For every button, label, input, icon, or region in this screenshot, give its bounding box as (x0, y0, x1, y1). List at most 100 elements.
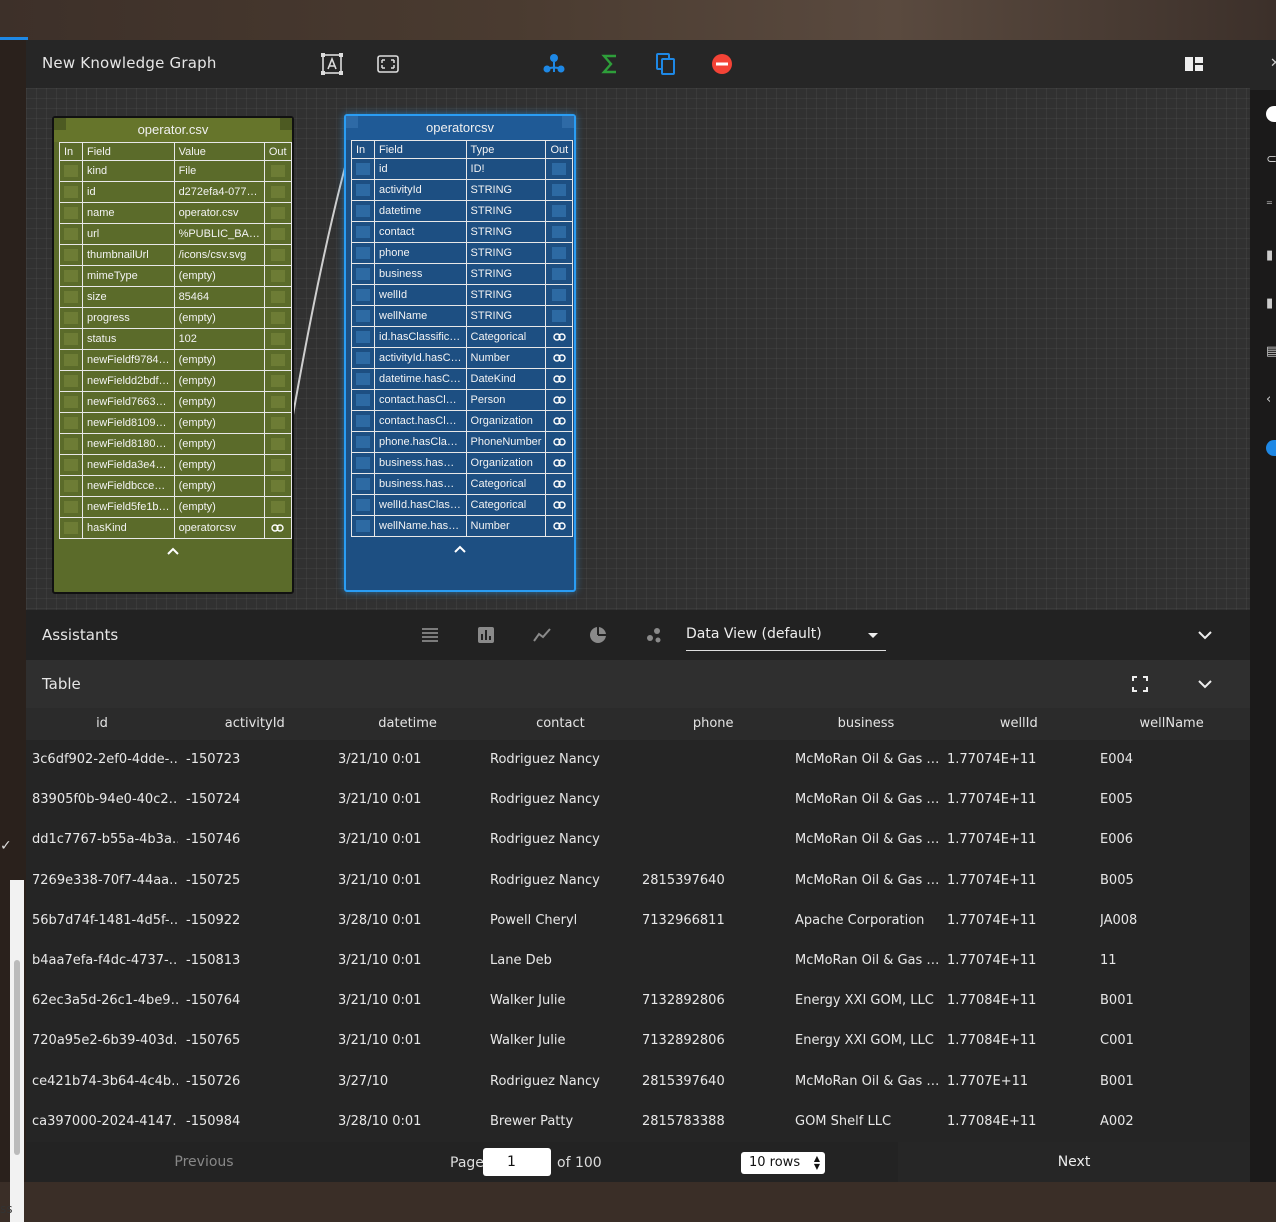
out-port[interactable] (545, 410, 574, 432)
out-port[interactable] (263, 202, 292, 224)
out-port[interactable] (545, 221, 574, 243)
out-port[interactable] (263, 454, 292, 476)
in-port[interactable] (351, 389, 375, 411)
out-port[interactable] (545, 179, 574, 201)
sigma-icon[interactable] (598, 52, 622, 76)
expand-icon[interactable] (1132, 676, 1148, 692)
in-port[interactable] (59, 223, 83, 245)
in-port[interactable] (59, 496, 83, 518)
out-port[interactable] (545, 368, 574, 390)
in-port[interactable] (59, 433, 83, 455)
column-header[interactable]: wellId (943, 716, 1095, 731)
out-port[interactable] (263, 328, 292, 350)
out-port[interactable] (263, 517, 292, 539)
table-row[interactable]: ce421b74-3b64-4c4b… -150726 3/27/10 Rodrigu… (26, 1062, 1250, 1102)
node-handle[interactable] (280, 118, 292, 130)
list-view-icon[interactable] (420, 625, 440, 645)
table-row[interactable]: ca397000-2024-4147… -150984 3/28/10 0:01 Br… (26, 1102, 1250, 1142)
robot-icon[interactable]: ▮ (1266, 248, 1276, 262)
in-port[interactable] (351, 179, 375, 201)
filter-icon[interactable]: ⁼ (1266, 198, 1276, 212)
out-port[interactable] (545, 326, 574, 348)
in-port[interactable] (351, 347, 375, 369)
out-port[interactable] (545, 473, 574, 495)
out-port[interactable] (545, 242, 574, 264)
in-port[interactable] (59, 265, 83, 287)
out-port[interactable] (545, 158, 574, 180)
in-port[interactable] (351, 263, 375, 285)
file-node[interactable]: operator.csv In Field Value Out kind File… (52, 116, 294, 594)
column-header[interactable]: wellName (1096, 716, 1248, 731)
in-port[interactable] (351, 515, 375, 537)
in-port[interactable] (351, 452, 375, 474)
scatter-icon[interactable] (644, 625, 664, 645)
text-select-icon[interactable] (320, 52, 344, 76)
in-port[interactable] (59, 517, 83, 539)
column-header[interactable]: datetime (332, 716, 484, 731)
out-port[interactable] (545, 347, 574, 369)
fullscreen-select-icon[interactable] (376, 52, 400, 76)
out-port[interactable] (263, 307, 292, 329)
node-handle[interactable] (562, 116, 574, 128)
out-port[interactable] (263, 496, 292, 518)
in-port[interactable] (59, 328, 83, 350)
table-row[interactable]: 62ec3a5d-26c1-4be9… -150764 3/21/10 0:01 Wa… (26, 981, 1250, 1021)
column-header[interactable]: phone (637, 716, 789, 731)
out-port[interactable] (545, 200, 574, 222)
in-port[interactable] (351, 221, 375, 243)
column-header[interactable]: activityId (179, 716, 331, 731)
table-row[interactable]: 7269e338-70f7-44aa… -150725 3/21/10 0:01 Ro… (26, 861, 1250, 901)
copy-icon[interactable] (654, 52, 678, 76)
in-port[interactable] (351, 158, 375, 180)
in-port[interactable] (59, 244, 83, 266)
in-port[interactable] (59, 412, 83, 434)
table-row[interactable]: dd1c7767-b55a-4b3a… -150746 3/21/10 0:01 Ro… (26, 820, 1250, 860)
data-view-select[interactable]: Data View (default) (686, 620, 886, 651)
layout-icon[interactable] (1182, 52, 1206, 76)
out-port[interactable] (263, 370, 292, 392)
in-port[interactable] (351, 200, 375, 222)
out-port[interactable] (545, 305, 574, 327)
pie-chart-icon[interactable] (588, 625, 608, 645)
node-handle[interactable] (346, 116, 358, 128)
out-port[interactable] (263, 265, 292, 287)
in-port[interactable] (59, 202, 83, 224)
left-scrollbar-thumb[interactable] (14, 960, 20, 1155)
out-port[interactable] (263, 244, 292, 266)
chevron-left-icon[interactable]: ‹ (1266, 392, 1276, 406)
table-row[interactable]: 720a95e2-6b39-403d… -150765 3/21/10 0:01 Wa… (26, 1021, 1250, 1061)
in-port[interactable] (351, 242, 375, 264)
toggle-icon[interactable] (1266, 106, 1276, 122)
type-node-title[interactable]: operatorcsv (346, 116, 574, 140)
in-port[interactable] (59, 475, 83, 497)
table-row[interactable]: 3c6df902-2ef0-4dde-… -150723 3/21/10 0:01 R… (26, 740, 1250, 780)
chevron-down-icon[interactable] (1198, 679, 1212, 689)
out-port[interactable] (263, 223, 292, 245)
in-port[interactable] (59, 160, 83, 182)
out-port[interactable] (263, 391, 292, 413)
out-port[interactable] (545, 494, 574, 516)
out-port[interactable] (545, 284, 574, 306)
out-port[interactable] (545, 263, 574, 285)
page-input[interactable]: 1 (483, 1148, 551, 1176)
line-chart-icon[interactable] (532, 625, 552, 645)
in-port[interactable] (351, 494, 375, 516)
settings-icon[interactable]: ▮ (1266, 296, 1276, 310)
panel-icon[interactable]: ▤ (1266, 344, 1276, 358)
previous-button[interactable]: Previous (26, 1142, 382, 1182)
in-port[interactable] (59, 307, 83, 329)
in-port[interactable] (351, 410, 375, 432)
out-port[interactable] (263, 349, 292, 371)
in-port[interactable] (59, 286, 83, 308)
in-port[interactable] (59, 454, 83, 476)
in-port[interactable] (351, 326, 375, 348)
out-port[interactable] (263, 286, 292, 308)
out-port[interactable] (545, 515, 574, 537)
out-port[interactable] (263, 181, 292, 203)
chevron-down-icon[interactable] (1198, 630, 1212, 640)
in-port[interactable] (351, 368, 375, 390)
table-row[interactable]: 83905f0b-94e0-40c2… -150724 3/21/10 0:01 Ro… (26, 780, 1250, 820)
collapse-node-button[interactable] (54, 539, 292, 563)
file-node-title[interactable]: operator.csv (54, 118, 292, 142)
rows-per-page-select[interactable]: 10 rows ▲ ▼ (741, 1152, 825, 1174)
